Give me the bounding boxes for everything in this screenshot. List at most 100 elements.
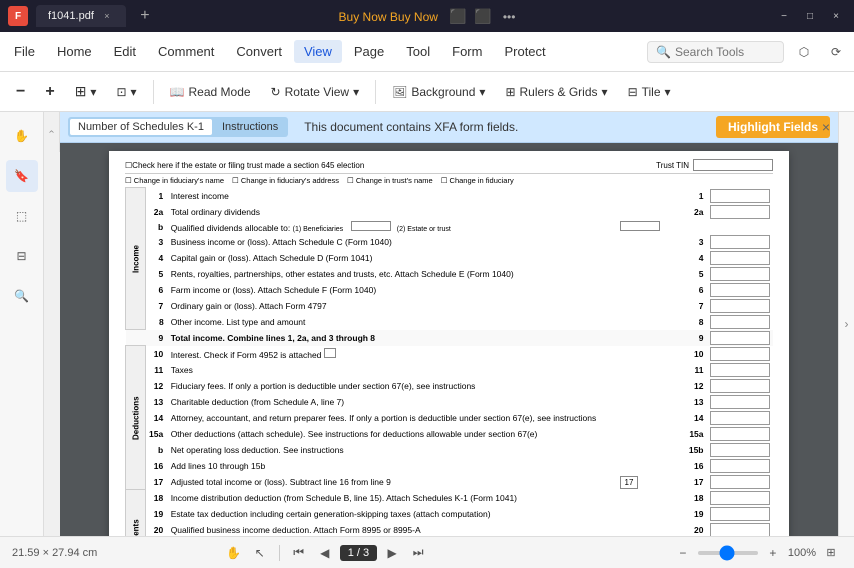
right-sidebar-toggle[interactable]: › [838, 112, 854, 536]
trust-tin-field[interactable] [693, 159, 773, 171]
background-button[interactable]: 🖼 Background ▾ [384, 81, 493, 103]
menu-view[interactable]: View [294, 40, 342, 63]
zoom-plus-button[interactable]: + [762, 542, 784, 564]
zoom-minus-button[interactable]: − [672, 542, 694, 564]
menu-convert[interactable]: Convert [226, 40, 292, 63]
menu-home[interactable]: Home [47, 40, 102, 63]
window-close-button[interactable]: × [826, 6, 846, 26]
file-tab[interactable]: f1041.pdf × [36, 5, 126, 27]
row-6-box[interactable] [710, 283, 770, 297]
first-page-button[interactable]: ⏮ [288, 542, 310, 564]
separator-1 [153, 80, 154, 104]
row-4-box[interactable] [710, 251, 770, 265]
zoom-in-button[interactable]: + [37, 79, 62, 105]
form-4952-checkbox[interactable] [324, 348, 336, 358]
row-19-box[interactable] [710, 507, 770, 521]
table-row: 2a Total ordinary dividends 2a [126, 204, 773, 220]
zoom-slider[interactable] [698, 551, 758, 555]
select-icon: ⊡ [116, 85, 126, 99]
section-645-check: ☐ [125, 161, 132, 170]
three-dots[interactable]: ••• [503, 10, 516, 24]
row-9-desc: Total income. Combine lines 1, 2a, and 3… [167, 330, 617, 346]
row-20-box[interactable] [710, 523, 770, 537]
view-options-button[interactable]: ⊞ ▾ [67, 79, 105, 104]
close-tab-button[interactable]: × [100, 9, 114, 23]
read-mode-button[interactable]: 📖 Read Mode [162, 81, 259, 103]
sidebar-hand-tool[interactable]: ✋ [6, 120, 38, 152]
sidebar-layers[interactable]: ⬚ [6, 200, 38, 232]
buy-now-label: Buy Now [390, 10, 438, 24]
row-2b-field[interactable] [620, 221, 660, 231]
row-17-box[interactable] [710, 475, 770, 489]
row-16-box[interactable] [710, 459, 770, 473]
hand-tool-btn[interactable]: ✋ [223, 542, 245, 564]
window-minimize-button[interactable]: − [774, 6, 794, 26]
row-12-box[interactable] [710, 379, 770, 393]
pdf-area[interactable]: Number of Schedules K-1 Instructions Thi… [60, 112, 838, 536]
table-row: 8 Other income. List type and amount 8 [126, 314, 773, 330]
window-maximize-button[interactable]: □ [800, 6, 820, 26]
row-15a-box[interactable] [710, 427, 770, 441]
row-1-box[interactable] [710, 189, 770, 203]
menu-comment[interactable]: Comment [148, 40, 224, 63]
xfa-tab-schedules[interactable]: Number of Schedules K-1 [70, 119, 212, 135]
sidebar-search[interactable]: 🔍 [6, 280, 38, 312]
menu-edit[interactable]: Edit [104, 40, 146, 63]
page-indicator: 1 / 3 [340, 545, 377, 561]
search-area: 🔍 [647, 41, 784, 63]
settings-icon[interactable]: ⟳ [822, 38, 850, 66]
row-10-desc: Interest. Check if Form 4952 is attached [167, 346, 617, 362]
select-tool-button[interactable]: ⊡ ▾ [108, 81, 144, 103]
row-15b-box[interactable] [710, 443, 770, 457]
menu-tool[interactable]: Tool [396, 40, 440, 63]
new-tab-button[interactable]: + [134, 5, 156, 27]
left-sidebar: ✋ 🔖 ⬚ ⊟ 🔍 [0, 112, 44, 536]
menu-page[interactable]: Page [344, 40, 394, 63]
row-13-box[interactable] [710, 395, 770, 409]
row-3-box[interactable] [710, 235, 770, 249]
sidebar-bookmark[interactable]: 🔖 [6, 160, 38, 192]
row-9-box[interactable] [710, 331, 770, 345]
row-10-box[interactable] [710, 347, 770, 361]
page-dimensions: 21.59 × 27.94 cm [12, 547, 97, 559]
cursor-tool-btn[interactable]: ↖ [249, 542, 271, 564]
prev-page-button[interactable]: ◀ [314, 542, 336, 564]
search-box[interactable]: 🔍 [647, 41, 784, 63]
row-18-box[interactable] [710, 491, 770, 505]
search-input[interactable] [675, 45, 775, 59]
share-icon[interactable]: ⬡ [790, 38, 818, 66]
menu-protect[interactable]: Protect [494, 40, 555, 63]
row-1-line: 1 [677, 188, 707, 204]
left-sidebar-toggle[interactable]: ‹ [44, 112, 60, 152]
table-row: 17 Adjusted total income or (loss). Subt… [126, 474, 773, 490]
row-2b-desc: Qualified dividends allocable to: (1) Be… [167, 220, 617, 234]
nav-separator [279, 545, 280, 561]
row-2a-box[interactable] [710, 205, 770, 219]
last-page-button[interactable]: ⏭ [407, 542, 429, 564]
menu-file[interactable]: File [4, 40, 45, 63]
rotate-view-button[interactable]: ↻ Rotate View ▾ [263, 81, 368, 103]
row-11-box[interactable] [710, 363, 770, 377]
row-5-box[interactable] [710, 267, 770, 281]
row-15a-desc: Other deductions (attach schedule). See … [167, 426, 617, 442]
row-1-desc: Interest income [167, 188, 617, 204]
zoom-out-button[interactable]: − [8, 79, 33, 105]
tile-icon: ⊟ [628, 85, 638, 99]
pdf-table: Income 1 Interest income 1 2a Total ordi… [125, 187, 773, 536]
xfa-close-button[interactable]: × [822, 119, 830, 135]
row-7-box[interactable] [710, 299, 770, 313]
buy-now-link[interactable]: Buy Now [339, 10, 387, 24]
change-in-fiduciary-address: ☐ Change in fiduciary's address [232, 176, 339, 185]
table-row: Income 1 Interest income 1 [126, 188, 773, 204]
sidebar-thumbnails[interactable]: ⊟ [6, 240, 38, 272]
row-14-box[interactable] [710, 411, 770, 425]
rulers-grids-button[interactable]: ⊞ Rulers & Grids ▾ [497, 81, 615, 103]
tile-button[interactable]: ⊟ Tile ▾ [620, 81, 679, 103]
highlight-fields-button[interactable]: Highlight Fields [716, 116, 830, 138]
next-page-button[interactable]: ▶ [381, 542, 403, 564]
fit-page-button[interactable]: ⊞ [820, 542, 842, 564]
table-row: 16 Add lines 10 through 15b 16 [126, 458, 773, 474]
menu-form[interactable]: Form [442, 40, 492, 63]
row-8-box[interactable] [710, 315, 770, 329]
xfa-tab-instructions[interactable]: Instructions [214, 119, 286, 135]
